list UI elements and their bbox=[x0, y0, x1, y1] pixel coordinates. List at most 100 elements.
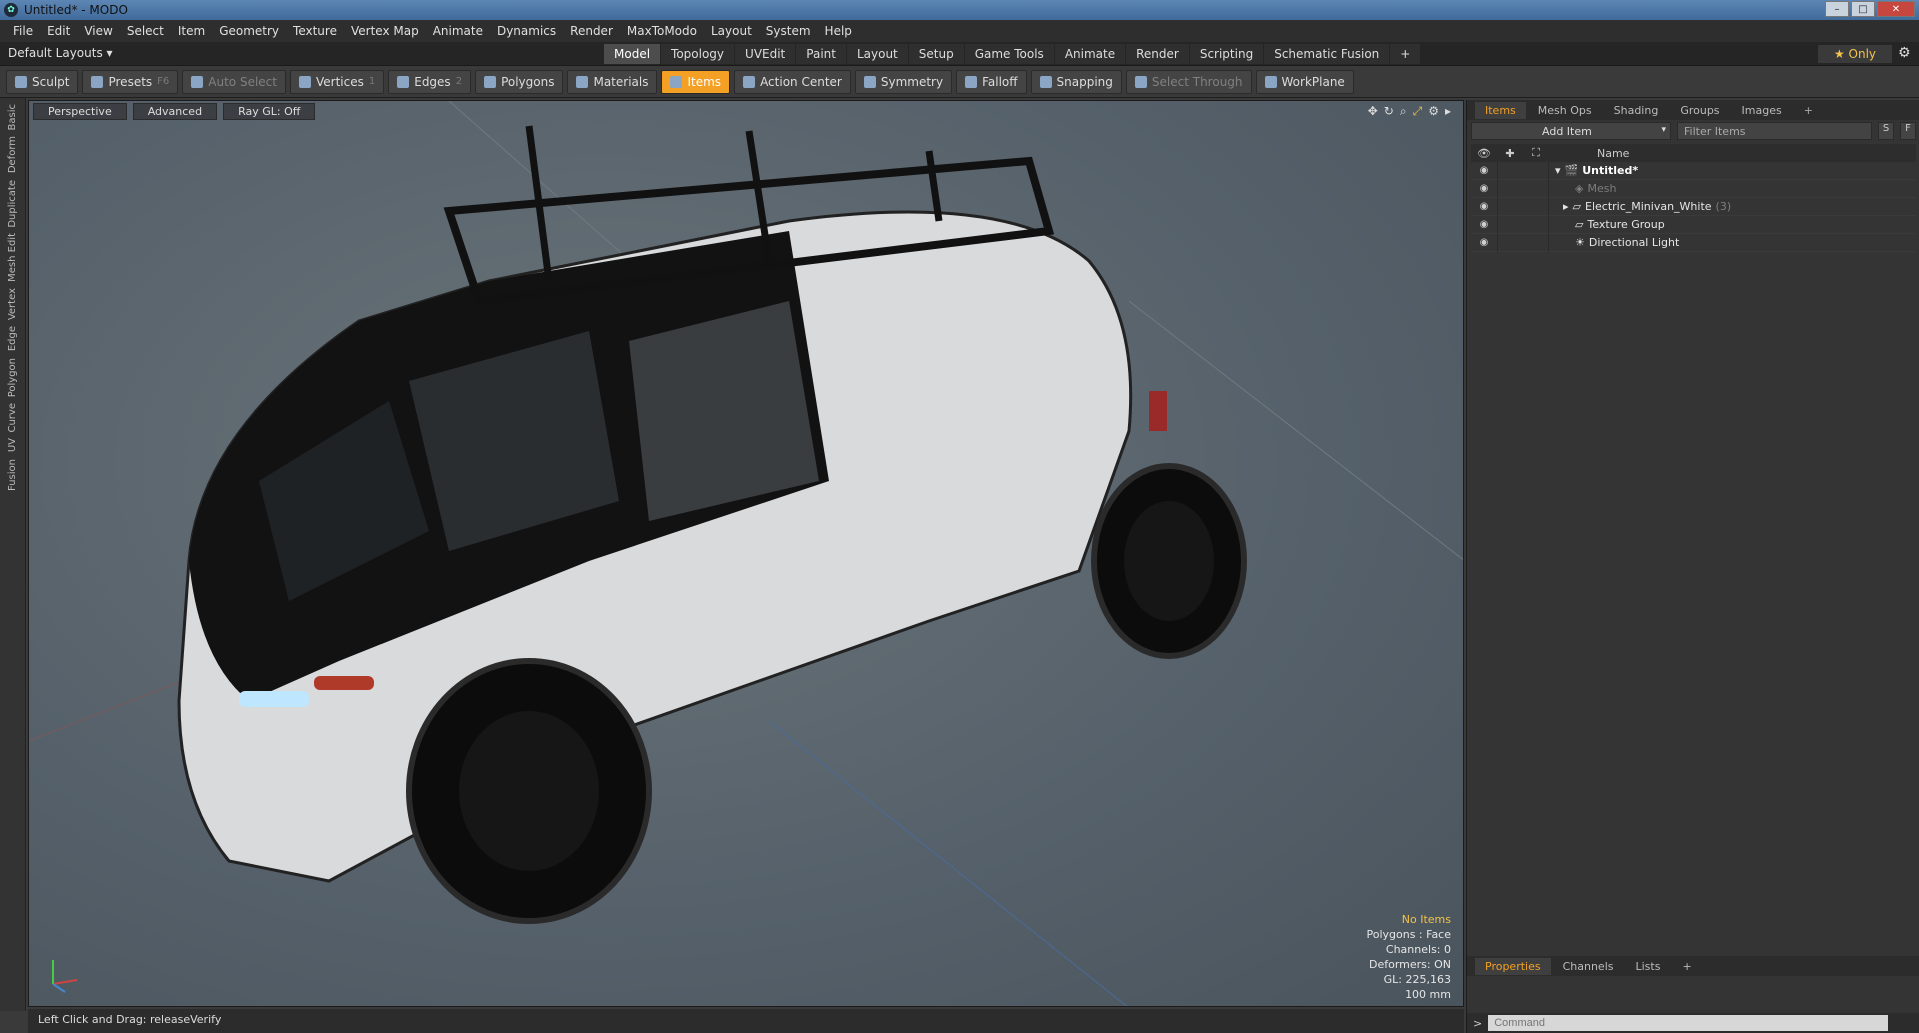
eye-icon[interactable]: ◉ bbox=[1471, 201, 1497, 212]
vertices-button[interactable]: Vertices 1 bbox=[289, 69, 385, 94]
menu-vertex-map[interactable]: Vertex Map bbox=[344, 24, 426, 38]
menu-maxtomodo[interactable]: MaxToModo bbox=[620, 24, 704, 38]
left-tab-fusion[interactable]: Fusion bbox=[7, 459, 18, 491]
tab-mesh-ops[interactable]: Mesh Ops bbox=[1528, 102, 1602, 119]
tab-render[interactable]: Render bbox=[1126, 44, 1189, 64]
materials-button[interactable]: Materials bbox=[567, 69, 658, 94]
tab-images[interactable]: Images bbox=[1732, 102, 1792, 119]
viewport-expand-icon[interactable]: ▸ bbox=[1445, 104, 1451, 119]
menu-system[interactable]: System bbox=[759, 24, 818, 38]
symmetry-button[interactable]: Symmetry bbox=[854, 69, 953, 94]
tab-topology[interactable]: Topology bbox=[661, 44, 735, 64]
add-item-button[interactable]: Add Item ▾ bbox=[1471, 122, 1671, 140]
eye-icon[interactable]: ◉ bbox=[1471, 237, 1497, 248]
workplane-button[interactable]: WorkPlane bbox=[1255, 69, 1354, 94]
left-tab-edge[interactable]: Edge bbox=[7, 326, 18, 351]
tab-groups[interactable]: Groups bbox=[1670, 102, 1729, 119]
rotate-view-icon[interactable]: ↻ bbox=[1384, 104, 1394, 119]
menu-file[interactable]: File bbox=[6, 24, 40, 38]
items-button[interactable]: Items bbox=[661, 69, 731, 94]
tab-channels[interactable]: Channels bbox=[1553, 958, 1624, 975]
left-tab-polygon[interactable]: Polygon bbox=[7, 358, 18, 397]
falloff-button[interactable]: Falloff bbox=[956, 69, 1027, 94]
add-tab-button[interactable]: + bbox=[1390, 44, 1421, 64]
left-tab-curve[interactable]: Curve bbox=[7, 403, 18, 433]
left-tool-tabs: Basic Deform Duplicate Mesh Edit Vertex … bbox=[0, 98, 26, 1011]
tab-uvedit[interactable]: UVEdit bbox=[735, 44, 796, 64]
raygl-button[interactable]: Ray GL: Off bbox=[223, 103, 316, 120]
left-tab-uv[interactable]: UV bbox=[7, 438, 18, 452]
tree-row-directional-light[interactable]: ◉ ☀ Directional Light bbox=[1471, 233, 1916, 252]
tab-lists[interactable]: Lists bbox=[1626, 958, 1671, 975]
tab-animate[interactable]: Animate bbox=[1054, 44, 1126, 64]
menu-texture[interactable]: Texture bbox=[286, 24, 344, 38]
select-through-button[interactable]: Select Through bbox=[1125, 69, 1252, 94]
expander-icon[interactable]: ▸ bbox=[1563, 200, 1569, 213]
tab-setup[interactable]: Setup bbox=[908, 44, 964, 64]
left-tab-mesh-edit[interactable]: Mesh Edit bbox=[7, 233, 18, 282]
s-button[interactable]: S bbox=[1878, 122, 1894, 140]
menu-render[interactable]: Render bbox=[563, 24, 620, 38]
only-toggle[interactable]: ★ Only bbox=[1818, 45, 1892, 63]
f-button[interactable]: F bbox=[1900, 122, 1916, 140]
close-button[interactable]: ✕ bbox=[1877, 1, 1915, 17]
tab-paint[interactable]: Paint bbox=[796, 44, 846, 64]
tab-model[interactable]: Model bbox=[604, 44, 661, 64]
left-tab-deform[interactable]: Deform bbox=[7, 136, 18, 173]
menu-dynamics[interactable]: Dynamics bbox=[490, 24, 563, 38]
filter-items-input[interactable]: Filter Items bbox=[1677, 122, 1872, 140]
move-view-icon[interactable]: ✥ bbox=[1368, 104, 1378, 119]
maximize-button[interactable]: □ bbox=[1851, 1, 1875, 17]
presets-icon bbox=[91, 75, 104, 88]
menu-view[interactable]: View bbox=[77, 24, 119, 38]
tab-scripting[interactable]: Scripting bbox=[1189, 44, 1264, 64]
left-tab-basic[interactable]: Basic bbox=[7, 104, 18, 130]
menu-edit[interactable]: Edit bbox=[40, 24, 77, 38]
menu-select[interactable]: Select bbox=[120, 24, 171, 38]
tab-schematic-fusion[interactable]: Schematic Fusion bbox=[1264, 44, 1390, 64]
action-center-button[interactable]: Action Center bbox=[734, 69, 851, 94]
add-properties-tab-button[interactable]: + bbox=[1672, 958, 1701, 975]
perspective-button[interactable]: Perspective bbox=[33, 103, 127, 120]
minimize-button[interactable]: – bbox=[1825, 1, 1849, 17]
eye-icon[interactable]: ◉ bbox=[1471, 165, 1497, 176]
gear-icon[interactable]: ⚙ bbox=[1898, 45, 1911, 61]
auto-select-button[interactable]: Auto Select bbox=[182, 69, 286, 94]
menu-animate[interactable]: Animate bbox=[426, 24, 490, 38]
minivan-model[interactable] bbox=[177, 125, 1247, 924]
advanced-button[interactable]: Advanced bbox=[132, 103, 218, 120]
menu-geometry[interactable]: Geometry bbox=[212, 24, 286, 38]
left-tab-duplicate[interactable]: Duplicate bbox=[7, 180, 18, 228]
eye-icon[interactable]: ◉ bbox=[1471, 183, 1497, 194]
edges-button[interactable]: Edges 2 bbox=[388, 69, 472, 94]
tree-row-mesh[interactable]: ◉ ◈ Mesh bbox=[1471, 179, 1916, 198]
left-tab-vertex[interactable]: Vertex bbox=[7, 288, 18, 320]
menu-layout[interactable]: Layout bbox=[704, 24, 759, 38]
texture-group-icon: ▱ bbox=[1575, 218, 1584, 231]
tab-properties[interactable]: Properties bbox=[1475, 957, 1551, 975]
viewport-settings-icon[interactable]: ⚙ bbox=[1428, 104, 1439, 119]
polygons-button[interactable]: Polygons bbox=[475, 69, 564, 94]
tree-row-electric-minivan[interactable]: ◉ ▸ ▱ Electric_Minivan_White (3) bbox=[1471, 197, 1916, 216]
fit-view-icon[interactable]: ⤢ bbox=[1413, 104, 1423, 119]
add-panel-tab-button[interactable]: + bbox=[1794, 102, 1823, 119]
sculpt-button[interactable]: Sculpt bbox=[6, 69, 79, 94]
tab-items[interactable]: Items bbox=[1475, 101, 1526, 119]
eye-icon[interactable]: ◉ bbox=[1471, 219, 1497, 230]
presets-button[interactable]: Presets F6 bbox=[82, 69, 179, 94]
3d-viewport[interactable]: Perspective Advanced Ray GL: Off ✥ ↻ ⌕ ⤢… bbox=[28, 100, 1464, 1007]
dropdown-icon: ▾ bbox=[1661, 125, 1666, 135]
tab-game-tools[interactable]: Game Tools bbox=[964, 44, 1054, 64]
default-layouts-dropdown[interactable]: Default Layouts ▾ bbox=[8, 46, 113, 60]
tree-row-texture-group[interactable]: ◉ ▱ Texture Group bbox=[1471, 215, 1916, 234]
menu-help[interactable]: Help bbox=[818, 24, 859, 38]
tree-row-untitled[interactable]: ◉ ▾ 🎬 Untitled* bbox=[1471, 162, 1916, 180]
expander-icon[interactable]: ▾ bbox=[1555, 164, 1561, 177]
snapping-button[interactable]: Snapping bbox=[1030, 69, 1122, 94]
tab-shading[interactable]: Shading bbox=[1604, 102, 1669, 119]
tab-layout[interactable]: Layout bbox=[846, 44, 908, 64]
menu-item[interactable]: Item bbox=[171, 24, 212, 38]
select-through-icon bbox=[1134, 75, 1147, 88]
zoom-view-icon[interactable]: ⌕ bbox=[1400, 104, 1407, 119]
command-input[interactable] bbox=[1488, 1015, 1889, 1031]
